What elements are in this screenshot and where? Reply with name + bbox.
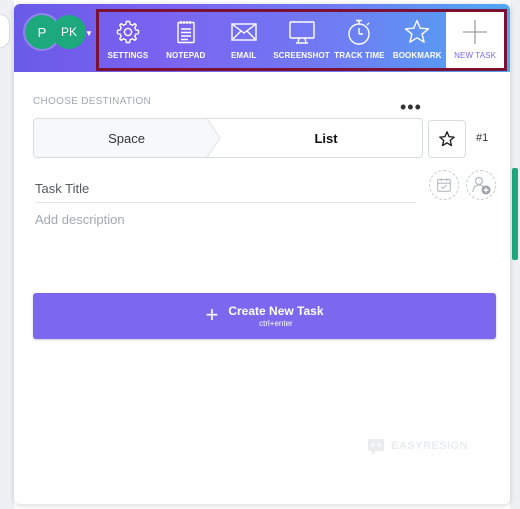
favorite-button[interactable] bbox=[428, 120, 466, 158]
plus-icon: + bbox=[205, 302, 219, 327]
list-selector[interactable]: List bbox=[230, 119, 422, 157]
more-horizontal-icon[interactable]: ••• bbox=[400, 98, 422, 116]
mascot-icon bbox=[368, 439, 384, 455]
gear-icon bbox=[116, 20, 140, 44]
toolbar: SETTINGS NOTEPAD EMAIL SCREENSHOT TRACK … bbox=[96, 9, 507, 71]
task-number: #1 bbox=[476, 132, 489, 144]
tool-bookmark[interactable]: BOOKMARK bbox=[388, 12, 446, 68]
envelope-icon bbox=[230, 23, 257, 41]
avatar[interactable]: PK bbox=[52, 15, 86, 49]
task-title-input[interactable] bbox=[35, 174, 416, 203]
space-selector[interactable]: Space bbox=[34, 119, 219, 157]
create-task-shortcut: ctrl+enter bbox=[259, 319, 293, 328]
create-task-button[interactable]: + Create New Task ctrl+enter bbox=[33, 293, 496, 339]
notepad-icon bbox=[177, 21, 195, 44]
tool-label: SETTINGS bbox=[107, 51, 149, 60]
destination-label: CHOOSE DESTINATION bbox=[33, 96, 152, 107]
collapsed-panel-tab[interactable] bbox=[0, 14, 10, 48]
tool-label: SCREENSHOT bbox=[273, 51, 330, 60]
tool-email[interactable]: EMAIL bbox=[215, 12, 273, 68]
assignee-button[interactable] bbox=[466, 170, 496, 200]
watermark: EASYRESIGN bbox=[366, 436, 468, 456]
calendar-check-icon bbox=[437, 178, 451, 192]
stopwatch-icon bbox=[348, 19, 371, 45]
tool-settings[interactable]: SETTINGS bbox=[99, 12, 157, 68]
plus-icon bbox=[463, 20, 488, 44]
tool-label: NEW TASK bbox=[454, 51, 496, 60]
tool-label: BOOKMARK bbox=[392, 51, 442, 60]
create-task-label: Create New Task bbox=[228, 304, 324, 318]
monitor-icon bbox=[288, 21, 315, 44]
tool-notepad[interactable]: NOTEPAD bbox=[157, 12, 215, 68]
tool-screenshot[interactable]: SCREENSHOT bbox=[273, 12, 331, 68]
tool-label: EMAIL bbox=[230, 51, 257, 60]
panel-header: P PK ▼ SETTINGS NOTEPAD EMAIL SCREENSHOT… bbox=[14, 4, 510, 72]
task-description-input[interactable] bbox=[35, 212, 455, 272]
right-edge-accent bbox=[512, 168, 518, 260]
breadcrumb-separator-icon bbox=[206, 119, 230, 157]
due-date-button[interactable] bbox=[429, 170, 459, 200]
chevron-down-icon[interactable]: ▼ bbox=[85, 29, 93, 38]
tool-new-task[interactable]: NEW TASK bbox=[446, 12, 505, 68]
star-icon bbox=[405, 19, 430, 43]
tool-label: NOTEPAD bbox=[166, 51, 206, 60]
tool-track-time[interactable]: TRACK TIME bbox=[330, 12, 388, 68]
background-left bbox=[0, 0, 14, 509]
task-panel: P PK ▼ SETTINGS NOTEPAD EMAIL SCREENSHOT… bbox=[14, 4, 510, 504]
tool-label: TRACK TIME bbox=[334, 51, 385, 60]
destination-picker: Space List bbox=[33, 118, 423, 158]
watermark-text: EASYRESIGN bbox=[391, 440, 469, 452]
star-outline-icon bbox=[439, 131, 455, 147]
create-task-text: Create New Task ctrl+enter bbox=[228, 304, 323, 328]
add-user-icon bbox=[472, 176, 491, 195]
